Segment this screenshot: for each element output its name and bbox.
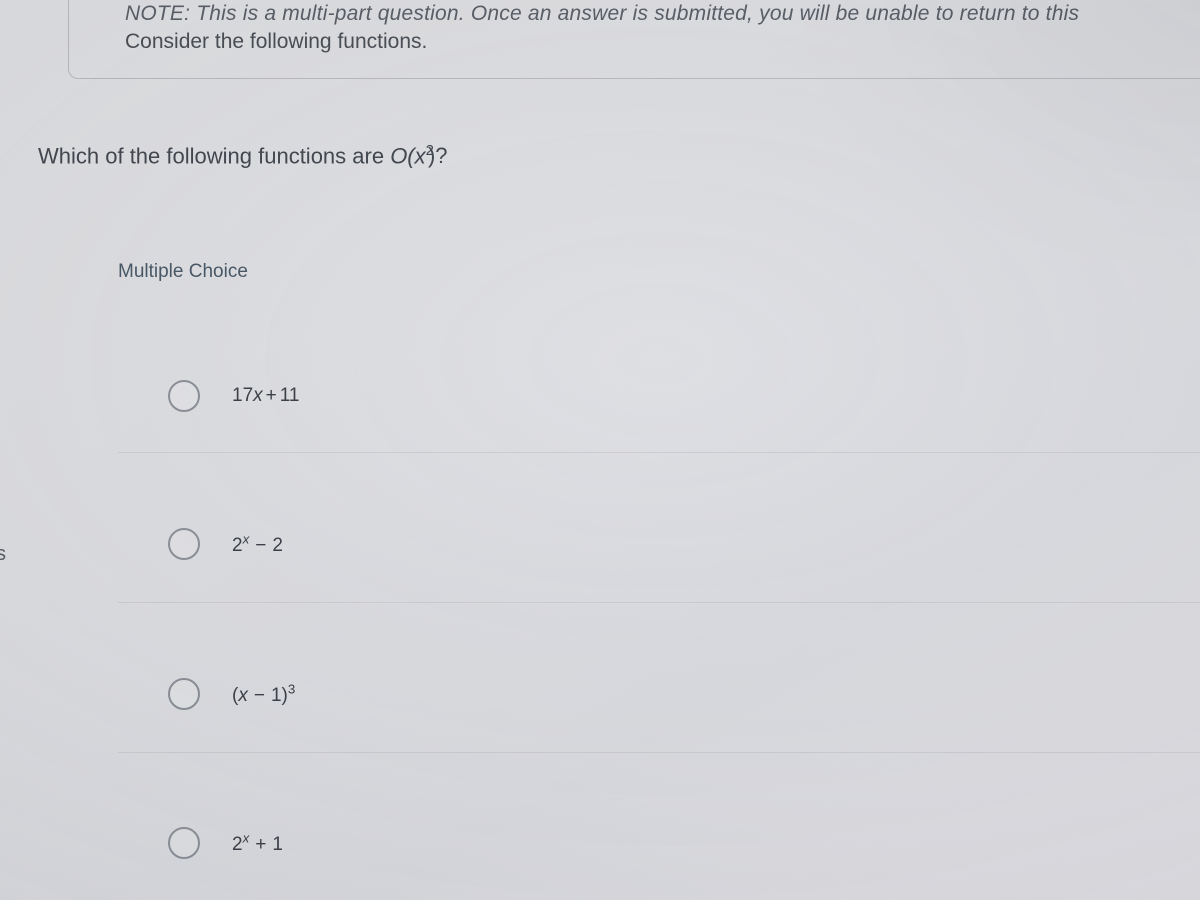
option-1-text: 17x+11 [232, 385, 299, 406]
note-line1: NOTE: This is a multi-part question. Onc… [125, 2, 1200, 26]
option-label-3: (x−1)3 [232, 681, 295, 706]
edge-text: s [0, 543, 6, 566]
multiple-choice-heading: Multiple Choice [118, 261, 248, 283]
question-text: Which of the following functions are O(x… [38, 142, 448, 169]
note-card: NOTE: This is a multi-part question. Onc… [68, 0, 1200, 79]
option-label-4: 2x+1 [232, 830, 283, 855]
note-prefix: NOTE: [125, 2, 190, 25]
option-label-1: 17x+11 [232, 385, 299, 407]
option-row-1: 17x+11 [168, 380, 1200, 412]
note-line2: Consider the following functions. [125, 30, 1200, 54]
question-suffix: )? [428, 143, 448, 168]
option-separator [118, 602, 1200, 603]
option-separator [118, 452, 1200, 453]
option-separator [118, 752, 1200, 753]
option-row-4: 2x+1 [168, 827, 1200, 859]
radio-option-2[interactable] [168, 528, 200, 560]
option-3-text: (x−1)3 [232, 685, 295, 706]
option-row-2: 2x−2 [168, 528, 1200, 560]
radio-option-4[interactable] [168, 827, 200, 859]
question-prefix: Which of the following functions are [38, 143, 390, 168]
question-bigo: O(x [390, 143, 425, 168]
note-text: This is a multi-part question. Once an a… [196, 2, 1079, 25]
option-label-2: 2x−2 [232, 531, 283, 556]
radio-option-1[interactable] [168, 380, 200, 412]
option-2-text: 2x−2 [232, 535, 283, 556]
option-row-3: (x−1)3 [168, 678, 1200, 710]
option-4-text: 2x+1 [232, 834, 283, 855]
vignette-overlay [0, 0, 1200, 900]
radio-option-3[interactable] [168, 678, 200, 710]
